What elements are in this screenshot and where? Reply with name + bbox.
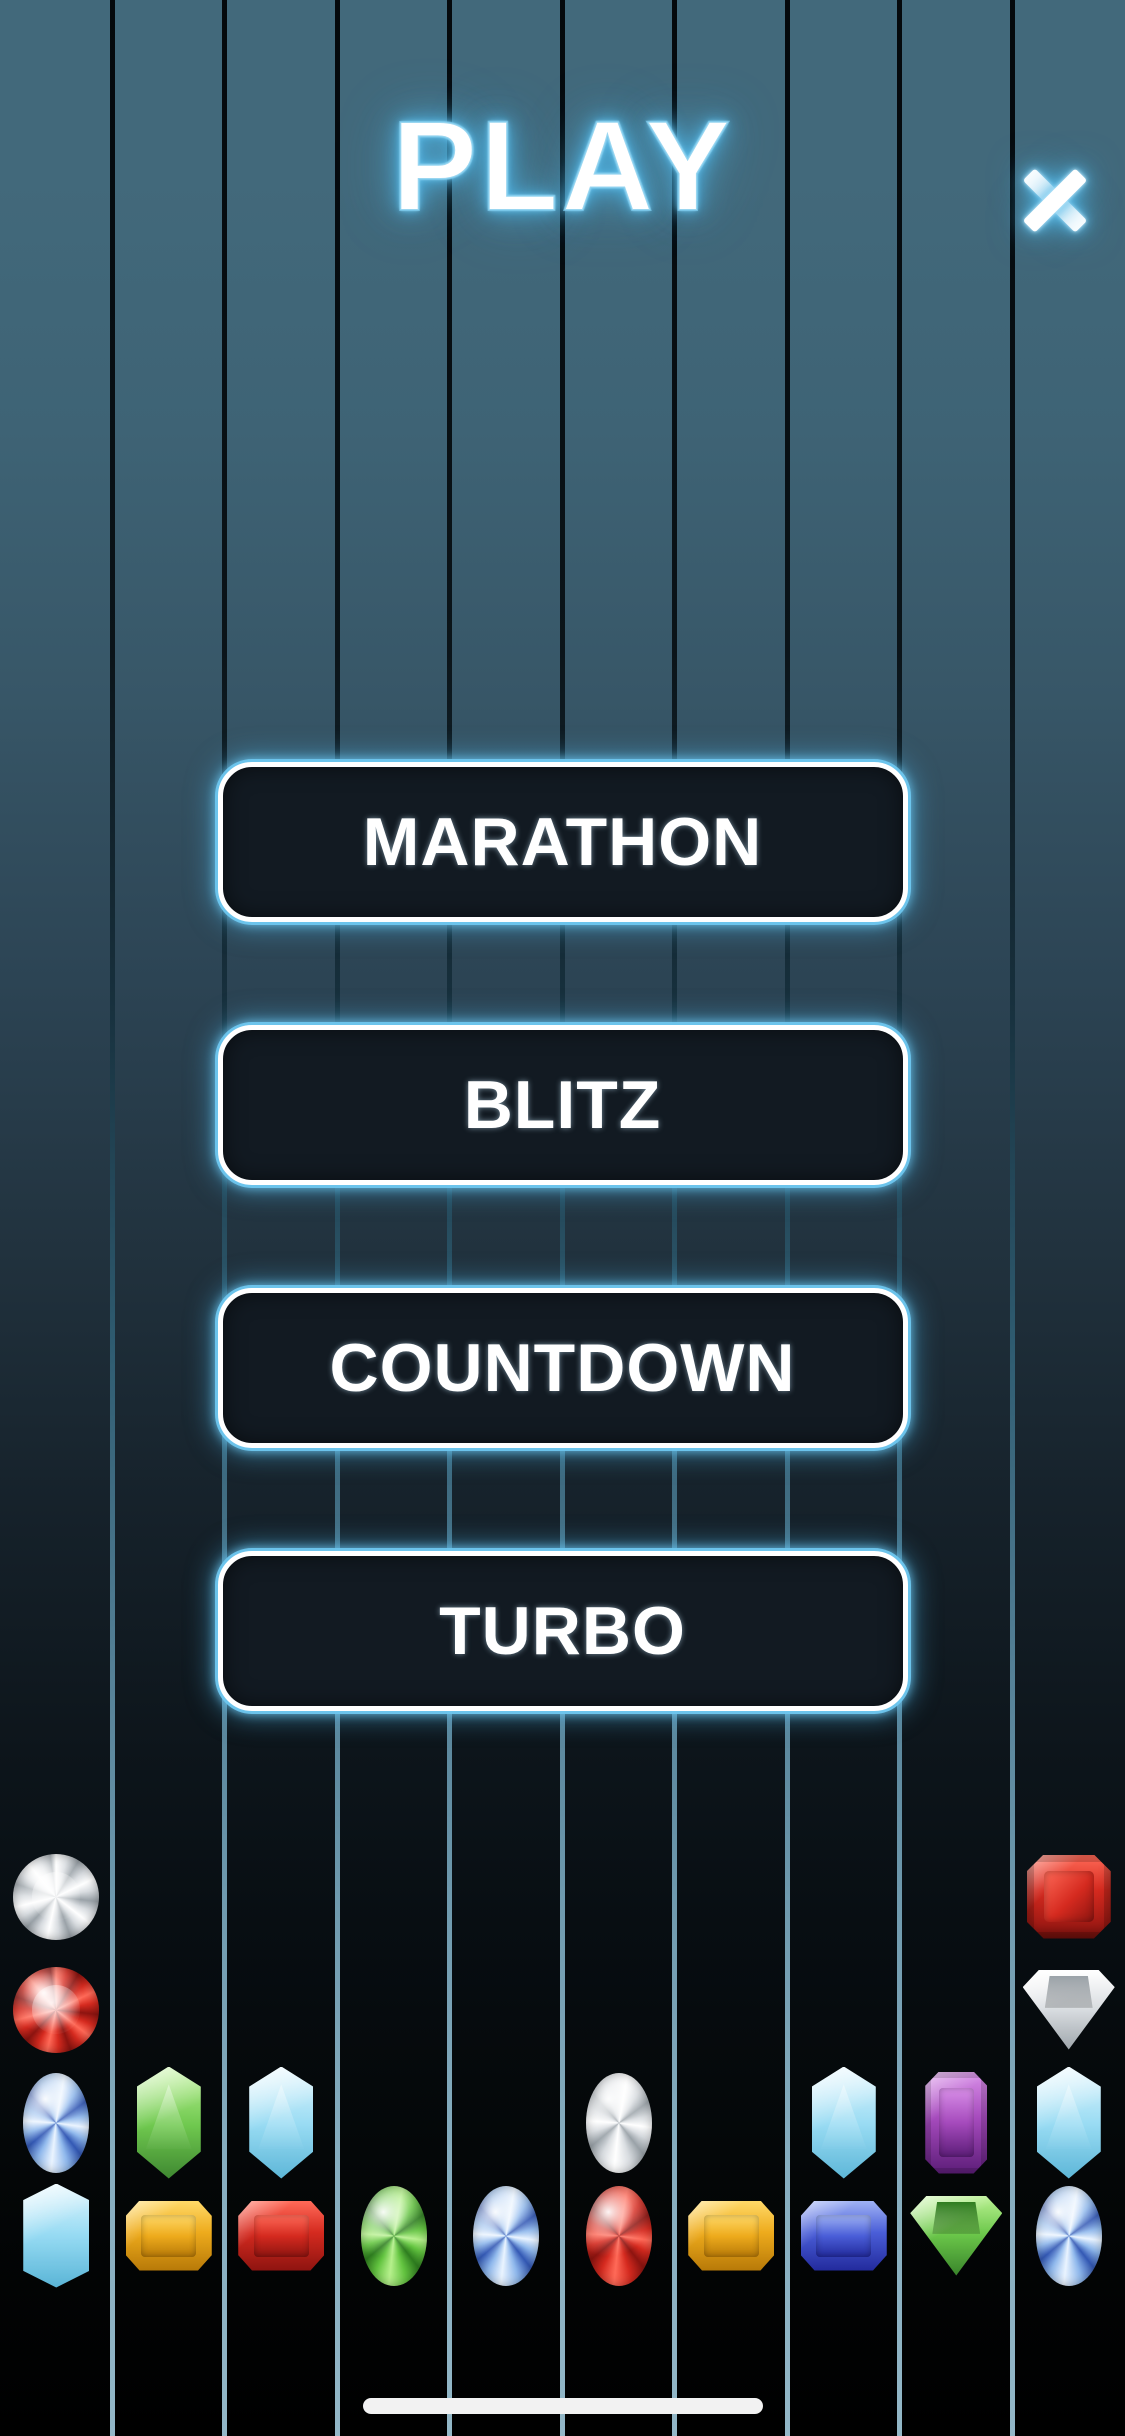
gem-white-round-icon: [13, 1853, 100, 1940]
gem-cell-r3-c10[interactable]: [1013, 2066, 1125, 2179]
gem-column-9: [900, 1840, 1013, 2320]
gem-cell-r3-c2[interactable]: [113, 2066, 226, 2179]
gem-cell-r2-c7: [675, 1953, 788, 2066]
gem-cell-r4-c5[interactable]: [450, 2179, 563, 2292]
close-icon[interactable]: [1003, 148, 1107, 252]
gem-cell-r4-c8[interactable]: [788, 2179, 901, 2292]
gem-cell-r2-c10[interactable]: [1013, 1953, 1125, 2066]
gem-cell-r3-c9[interactable]: [900, 2066, 1013, 2179]
gem-cell-r1-c10[interactable]: [1013, 1840, 1125, 1953]
gem-cell-r2-c8: [788, 1953, 901, 2066]
gem-cell-r1-c5: [450, 1840, 563, 1953]
gem-cell-r3-c6[interactable]: [563, 2066, 676, 2179]
gem-white-tri-icon: [1022, 1969, 1115, 2050]
gem-red-wide-icon: [238, 2200, 325, 2271]
gem-cell-r4-c1[interactable]: [0, 2179, 113, 2292]
gem-cell-r2-c4: [338, 1953, 451, 2066]
mode-button-label: TURBO: [439, 1593, 686, 1669]
gem-cell-r3-c3[interactable]: [225, 2066, 338, 2179]
gem-cell-r2-c3: [225, 1953, 338, 2066]
gem-cell-r1-c8: [788, 1840, 901, 1953]
gem-green-tri-icon: [910, 2195, 1003, 2276]
gem-cell-r1-c7: [675, 1840, 788, 1953]
gem-cell-r4-c9[interactable]: [900, 2179, 1013, 2292]
gem-column-3: [225, 1840, 338, 2320]
play-mode-screen: PLAY MARATHON BLITZ COUNTDOWN TURBO: [0, 0, 1125, 2436]
gem-gold-wide-2-icon: [688, 2200, 775, 2271]
gem-cell-r2-c6: [563, 1953, 676, 2066]
gem-blue-oval-3-icon: [1035, 2185, 1102, 2286]
gem-cell-r2-c5: [450, 1953, 563, 2066]
gem-red-round-icon: [13, 1966, 100, 2053]
gem-purple-bar-icon: [925, 2071, 988, 2174]
game-mode-list: MARATHON BLITZ COUNTDOWN TURBO: [0, 762, 1125, 1711]
gem-cell-r4-c7[interactable]: [675, 2179, 788, 2292]
mode-button-label: COUNTDOWN: [329, 1330, 796, 1406]
gem-cell-r1-c6: [563, 1840, 676, 1953]
gem-indigo-wide-icon: [800, 2200, 887, 2271]
gem-red-oval-icon: [585, 2185, 652, 2286]
gem-cyan-barrel-icon: [23, 2183, 90, 2288]
gem-cell-r3-c8[interactable]: [788, 2066, 901, 2179]
gem-cell-r1-c3: [225, 1840, 338, 1953]
gem-cell-r3-c1[interactable]: [0, 2066, 113, 2179]
mode-button-marathon[interactable]: MARATHON: [217, 762, 908, 922]
mode-button-countdown[interactable]: COUNTDOWN: [217, 1288, 908, 1448]
gem-cyan-crystal-icon: [249, 2066, 314, 2179]
gem-green-crystal-icon: [136, 2066, 201, 2179]
gem-column-6: [563, 1840, 676, 2320]
page-title: PLAY: [391, 95, 734, 238]
gem-blue-oval-2-icon: [473, 2185, 540, 2286]
gem-column-8: [788, 1840, 901, 2320]
gem-cell-r1-c4: [338, 1840, 451, 1953]
gem-cell-r2-c2: [113, 1953, 226, 2066]
home-indicator: [362, 2398, 763, 2414]
gem-cell-r1-c9: [900, 1840, 1013, 1953]
gem-cell-r1-c1[interactable]: [0, 1840, 113, 1953]
mode-button-label: BLITZ: [463, 1067, 662, 1143]
gem-cyan-crystal-2-icon: [811, 2066, 876, 2179]
mode-button-turbo[interactable]: TURBO: [217, 1551, 908, 1711]
gem-column-2: [113, 1840, 226, 2320]
gem-cell-r4-c3[interactable]: [225, 2179, 338, 2292]
gem-cell-r3-c4: [338, 2066, 451, 2179]
gem-column-10: [1013, 1840, 1125, 2320]
gem-cell-r3-c7: [675, 2066, 788, 2179]
gem-column-7: [675, 1840, 788, 2320]
gem-white-oval-icon: [585, 2072, 652, 2173]
gem-blue-oval-icon: [23, 2072, 90, 2173]
gem-cyan-crystal-3-icon: [1036, 2066, 1101, 2179]
gem-cell-r3-c5: [450, 2066, 563, 2179]
mode-button-label: MARATHON: [362, 804, 763, 880]
gem-gold-wide-icon: [125, 2200, 212, 2271]
gem-cell-r4-c2[interactable]: [113, 2179, 226, 2292]
gem-cell-r4-c10[interactable]: [1013, 2179, 1125, 2292]
gem-red-square-icon: [1026, 1854, 1111, 1939]
gem-cell-r4-c6[interactable]: [563, 2179, 676, 2292]
gem-field: [0, 1840, 1125, 2320]
gem-column-1: [0, 1840, 113, 2320]
gem-cell-r4-c4[interactable]: [338, 2179, 451, 2292]
gem-cell-r2-c1[interactable]: [0, 1953, 113, 2066]
gem-column-5: [450, 1840, 563, 2320]
mode-button-blitz[interactable]: BLITZ: [217, 1025, 908, 1185]
gem-column-4: [338, 1840, 451, 2320]
gem-green-oval-icon: [360, 2185, 427, 2286]
gem-cell-r2-c9: [900, 1953, 1013, 2066]
gem-cell-r1-c2: [113, 1840, 226, 1953]
